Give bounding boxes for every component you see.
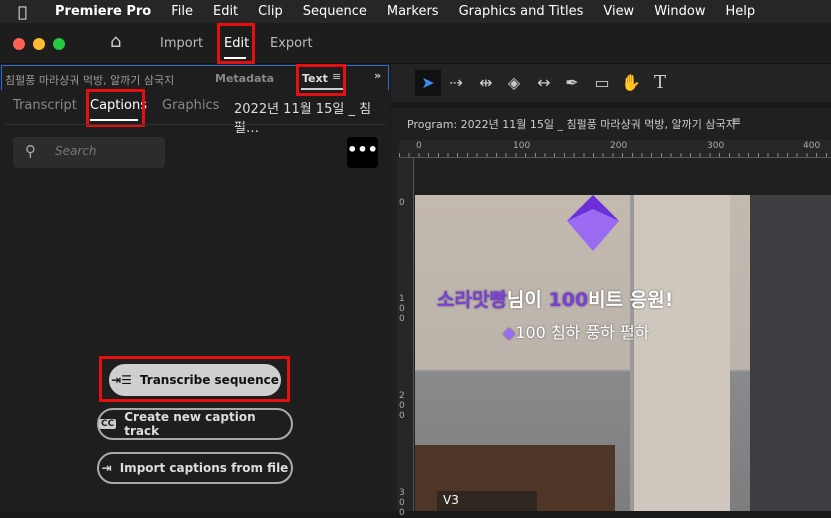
pen-tool-icon[interactable]: ✒ <box>559 70 585 96</box>
door <box>630 195 730 511</box>
menu-sequence[interactable]: Sequence <box>303 4 367 19</box>
program-monitor: Program: 2022년 11월 15일 _ 침펄풍 마라샹궈 먹방, 알까… <box>391 108 831 518</box>
bits-alert-line1: 소라맛빵님이 100비트 응원! <box>437 285 673 312</box>
menu-graphics[interactable]: Graphics and Titles <box>459 4 584 19</box>
menu-help[interactable]: Help <box>725 4 755 19</box>
shelf <box>750 195 831 511</box>
program-area: ➤ ⇢ ⇹ ◈ ↔ ✒ ▭ ✋ T Program: 2022년 11월 15일… <box>391 64 831 518</box>
search-input[interactable]: ⚲ Search <box>13 137 165 168</box>
menu-file[interactable]: File <box>171 4 193 19</box>
alert-message: 100 침하 풍하 펄하 <box>515 323 650 342</box>
alert-text: 님이 <box>506 289 549 311</box>
program-title: Program: 2022년 11월 15일 _ 침펄풍 마라샹궈 먹방, 알까… <box>407 118 736 131</box>
menu-clip[interactable]: Clip <box>258 4 283 19</box>
razor-tool-icon[interactable]: ◈ <box>501 70 527 96</box>
ruler-label: 400 <box>803 141 821 151</box>
diamond-icon <box>567 195 619 251</box>
import-icon: ⇥ <box>101 461 112 475</box>
menu-markers[interactable]: Markers <box>387 4 439 19</box>
bits-alert-line2: ◆100 침하 풍하 펄하 <box>503 319 649 343</box>
close-button[interactable] <box>13 38 25 50</box>
selection-tool-icon[interactable]: ➤ <box>415 70 441 96</box>
panel-menu-icon[interactable]: ≡ <box>731 114 741 128</box>
tab-export[interactable]: Export <box>270 36 313 51</box>
ruler-label: 100 <box>399 294 405 324</box>
tab-graphics[interactable]: Graphics <box>162 98 219 113</box>
diamond-icon: ◆ <box>503 323 516 342</box>
divider <box>5 124 385 125</box>
highlight-box <box>217 23 255 64</box>
highlight-box <box>86 89 145 127</box>
track-label: V3 <box>437 491 537 511</box>
menu-window[interactable]: Window <box>654 4 705 19</box>
vertical-ruler: 0 100 200 300 <box>397 158 414 518</box>
highlight-box <box>296 64 346 96</box>
menu-view[interactable]: View <box>603 4 634 19</box>
ruler-label: 200 <box>399 391 405 421</box>
slip-tool-icon[interactable]: ↔ <box>531 70 557 96</box>
search-icon: ⚲ <box>25 142 36 160</box>
track-select-tool-icon[interactable]: ⇢ <box>443 70 469 96</box>
tab-metadata[interactable]: Metadata <box>215 72 274 85</box>
ruler-label: 300 <box>399 488 405 518</box>
app-menu[interactable]: Premiere Pro <box>55 4 151 19</box>
donor-name: 소라맛빵 <box>437 289 507 311</box>
type-tool-icon[interactable]: T <box>647 70 673 96</box>
sequence-name: 침펄풍 마라샹궈 먹방, 알까기 삼국지 <box>5 74 175 87</box>
zoom-button[interactable] <box>53 38 65 50</box>
menu-edit[interactable]: Edit <box>213 4 238 19</box>
ruler-label: 100 <box>513 141 531 151</box>
text-panel: 침펄풍 마라샹궈 먹방, 알까기 삼국지 Metadata Text ≡ » T… <box>0 64 390 511</box>
ruler-label: 0 <box>416 141 422 151</box>
menu-bar:  Premiere Pro File Edit Clip Sequence M… <box>0 0 831 23</box>
search-placeholder: Search <box>55 144 97 158</box>
alert-text: 비트 응원! <box>588 289 674 311</box>
hand-tool-icon[interactable]: ✋ <box>618 70 644 96</box>
tab-sequence[interactable]: 2022년 11월 15일 _ 침펄… <box>234 98 390 136</box>
more-options-button[interactable]: ••• <box>347 137 378 168</box>
ruler-label: 300 <box>707 141 725 151</box>
ruler-label: 0 <box>399 198 405 208</box>
create-caption-track-button[interactable]: CC Create new caption track <box>97 408 293 440</box>
rectangle-tool-icon[interactable]: ▭ <box>589 70 615 96</box>
apple-icon[interactable]:  <box>18 3 27 21</box>
title-bar: ⌂ Import Edit Export <box>0 23 831 64</box>
tab-import[interactable]: Import <box>160 36 203 51</box>
ripple-edit-tool-icon[interactable]: ⇹ <box>473 70 499 96</box>
ruler-label: 200 <box>610 141 628 151</box>
bits-count: 100 <box>548 289 589 311</box>
cc-icon: CC <box>99 419 117 429</box>
home-icon[interactable]: ⌂ <box>110 31 121 52</box>
button-label: Create new caption track <box>124 410 256 438</box>
import-captions-button[interactable]: ⇥ Import captions from file <box>97 452 293 484</box>
button-label: Import captions from file <box>119 461 289 475</box>
expand-icon[interactable]: » <box>374 69 381 82</box>
minimize-button[interactable] <box>33 38 45 50</box>
tools-panel: ➤ ⇢ ⇹ ◈ ↔ ✒ ▭ ✋ T <box>391 64 831 102</box>
horizontal-ruler: 0 100 200 300 400 <box>399 140 831 158</box>
highlight-box <box>99 356 290 402</box>
video-frame[interactable]: 소라맛빵님이 100비트 응원! ◆100 침하 풍하 펄하 V3 <box>415 195 831 511</box>
tab-transcript[interactable]: Transcript <box>13 98 77 113</box>
